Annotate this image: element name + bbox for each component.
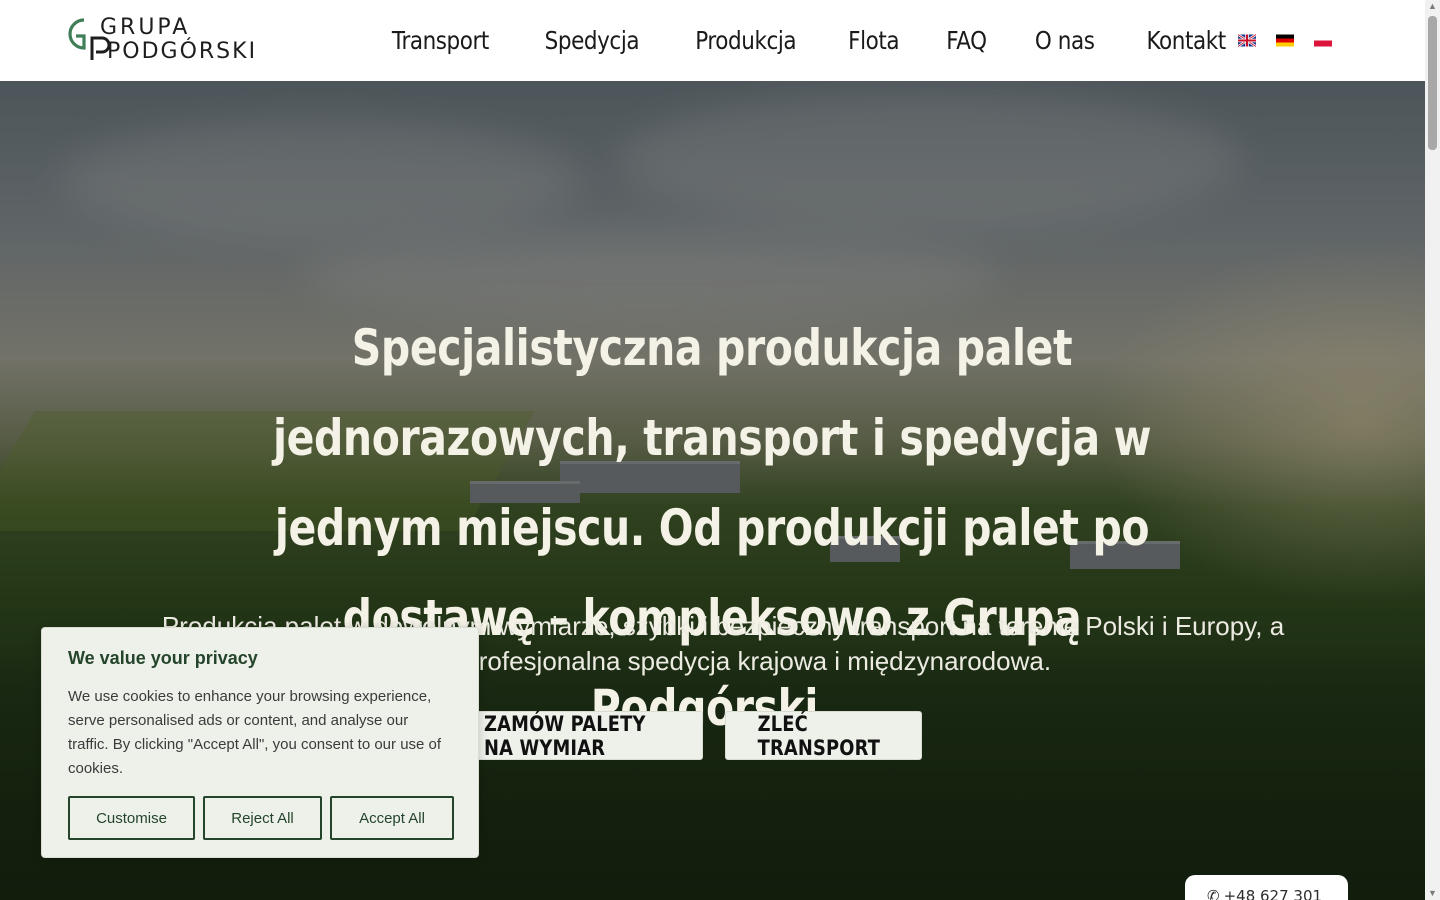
nav-item-flota[interactable]: Flota	[848, 26, 899, 55]
site-header: GRUPA PODGÓRSKI Transport Spedycja Produ…	[0, 0, 1425, 81]
cookie-text: We use cookies to enhance your browsing …	[68, 688, 442, 777]
phone-icon: ✆	[1207, 887, 1220, 900]
phone-number: +48 627 301 541	[1223, 887, 1323, 900]
scroll-up-arrow-icon[interactable]: ▲	[1428, 2, 1437, 11]
logo-graphic: GRUPA PODGÓRSKI	[68, 15, 257, 64]
cookie-customise-button[interactable]: Customise	[68, 796, 195, 840]
cookie-title: We value your privacy	[68, 648, 258, 668]
nav-item-spedycja[interactable]: Spedycja	[544, 26, 639, 55]
page-scrollbar[interactable]: ▲ ▼	[1425, 0, 1440, 900]
germany-flag-icon[interactable]	[1276, 34, 1294, 47]
phone-contact-tab[interactable]: ✆+48 627 301 541	[1185, 875, 1348, 900]
logo[interactable]: GRUPA PODGÓRSKI	[62, 14, 302, 64]
main-nav: Transport Spedycja Produkcja Flota FAQ O…	[364, 0, 1252, 81]
order-transport-label: ZLEĆ TRANSPORT	[757, 711, 881, 760]
nav-item-produkcja[interactable]: Produkcja	[695, 26, 796, 55]
cookie-reject-all-button[interactable]: Reject All	[203, 796, 322, 840]
order-transport-button[interactable]: ZLEĆ TRANSPORT	[725, 711, 922, 760]
order-pallets-button[interactable]: ZAMÓW PALETY NA WYMIAR	[447, 711, 703, 760]
logo-text-line1: GRUPA	[100, 15, 190, 40]
order-pallets-label: ZAMÓW PALETY NA WYMIAR	[484, 711, 646, 760]
nav-item-o-nas[interactable]: O nas	[1035, 26, 1095, 55]
nav-item-faq[interactable]: FAQ	[947, 26, 988, 55]
nav-item-kontakt[interactable]: Kontakt	[1146, 26, 1226, 55]
poland-flag-icon[interactable]	[1314, 34, 1332, 47]
cookie-consent-banner: We value your privacy We use cookies to …	[41, 627, 479, 858]
logo-text-line2: PODGÓRSKI	[107, 38, 257, 64]
scroll-thumb[interactable]	[1428, 16, 1437, 150]
language-switcher	[1238, 34, 1332, 47]
cookie-button-group: Customise Reject All Accept All	[68, 796, 454, 840]
cookie-accept-all-button[interactable]: Accept All	[330, 796, 454, 840]
hero-cta-group: ZAMÓW PALETY NA WYMIAR ZLEĆ TRANSPORT	[447, 711, 922, 760]
nav-item-transport[interactable]: Transport	[392, 26, 489, 55]
scroll-down-arrow-icon[interactable]: ▼	[1428, 889, 1437, 898]
uk-flag-icon[interactable]	[1238, 34, 1256, 47]
